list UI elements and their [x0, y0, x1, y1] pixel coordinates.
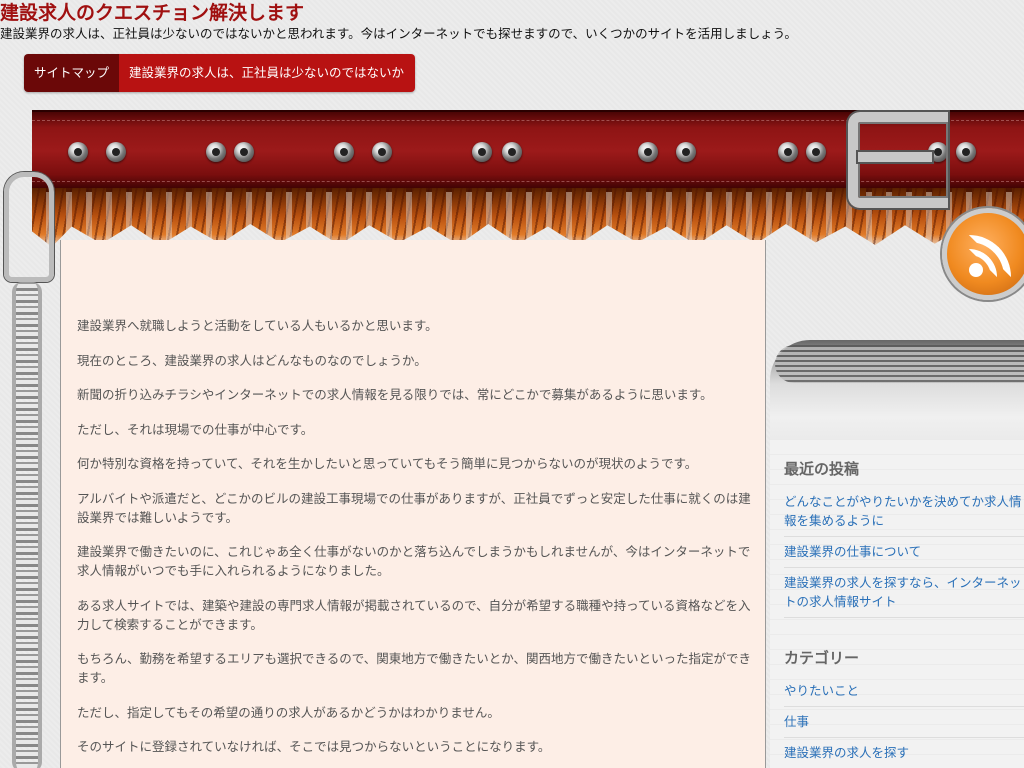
rivet-icon	[956, 142, 976, 162]
article-paragraph: 何か特別な資格を持っていて、それを生かしたいと思っていてもそう簡単に見つからない…	[77, 456, 698, 471]
rivet-icon	[502, 142, 522, 162]
recent-post-link[interactable]: 建設業界の仕事について	[784, 537, 1024, 568]
recent-posts-list: どんなことがやりたいかを決めてか求人情 報を集めるように 建設業界の仕事について…	[784, 487, 1024, 618]
category-link[interactable]: 仕事	[784, 707, 1024, 738]
rivet-icon	[778, 142, 798, 162]
article-paragraph: ある求人サイトでは、建築や建設の専門求人情報が掲載されているので、自分が希望する…	[77, 597, 751, 632]
sidebar: 最近の投稿 どんなことがやりたいかを決めてか求人情 報を集めるように 建設業界の…	[770, 440, 1024, 768]
rivet-icon	[106, 142, 126, 162]
chain-clasp-icon	[4, 172, 54, 282]
nav-item-sitemap[interactable]: サイトマップ	[24, 54, 120, 92]
article-paragraph: ただし、指定してもその希望の通りの求人があるかどうかはわかりません。	[77, 704, 500, 720]
site-title[interactable]: 建設求人のクエスチョン解決します	[0, 2, 304, 24]
rivet-icon	[372, 142, 392, 162]
rivet-icon	[472, 142, 492, 162]
category-link[interactable]: 建設業界の求人を探す	[784, 738, 1024, 768]
category-link[interactable]: やりたいこと	[784, 676, 1024, 707]
article-paragraph: そのサイトに登録されていなければ、そこでは見つからないということになります。	[77, 739, 551, 754]
rivet-icon	[806, 142, 826, 162]
article-paragraph: アルバイトや派遣だと、どこかのビルの建設工事現場での仕事がありますが、正社員でず…	[77, 490, 751, 525]
belt-buckle-bar	[858, 152, 932, 162]
main-content: 建設業界へ就職しようと活動をしている人もいるかと思います。 現在のところ、建設業…	[60, 240, 766, 768]
rss-icon[interactable]	[942, 208, 1024, 300]
chain-icon	[12, 282, 42, 768]
site-description: 建設業界の求人は、正社員は少ないのではないかと思われます。今はインターネットでも…	[0, 26, 797, 41]
article-paragraph: もちろん、勤務を希望するエリアも選択できるので、関東地方で働きたいとか、関西地方…	[77, 651, 752, 685]
main-nav: サイトマップ 建設業界の求人は、正社員は少ないのではないか	[24, 54, 416, 92]
rss-dot	[969, 263, 983, 277]
rivet-icon	[676, 142, 696, 162]
nav-item-article[interactable]: 建設業界の求人は、正社員は少ないのではないか	[119, 54, 416, 92]
header-belt	[0, 108, 1024, 258]
recent-posts-title: 最近の投稿	[784, 460, 860, 478]
rivet-icon	[206, 142, 226, 162]
rivet-icon	[68, 142, 88, 162]
recent-post-link[interactable]: どんなことがやりたいかを決めてか求人情 報を集めるように	[784, 487, 1024, 537]
rivet-icon	[638, 142, 658, 162]
article-paragraph: 建設業界へ就職しようと活動をしている人もいるかと思います。	[77, 318, 438, 333]
article-paragraph: 建設業界で働きたいのに、これじゃあ全く仕事がないのかと落ち込んでしまうかもしれま…	[77, 544, 751, 578]
rivet-icon	[334, 142, 354, 162]
categories-title: カテゴリー	[784, 649, 860, 667]
categories-list: やりたいこと 仕事 建設業界の求人を探す	[784, 676, 1024, 768]
article-paragraph: 新聞の折り込みチラシやインターネットでの求人情報を見る限りでは、常にどこかで募集…	[77, 387, 713, 402]
article-paragraph: ただし、それは現場での仕事が中心です。	[77, 421, 314, 437]
rivet-icon	[234, 142, 254, 162]
article-paragraph: 現在のところ、建設業界の求人はどんなものなのでしょうか。	[77, 352, 427, 368]
recent-post-link[interactable]: 建設業界の求人を探すなら、インターネッ トの求人情報サイト	[784, 568, 1024, 618]
newspaper-roll	[775, 345, 1024, 383]
